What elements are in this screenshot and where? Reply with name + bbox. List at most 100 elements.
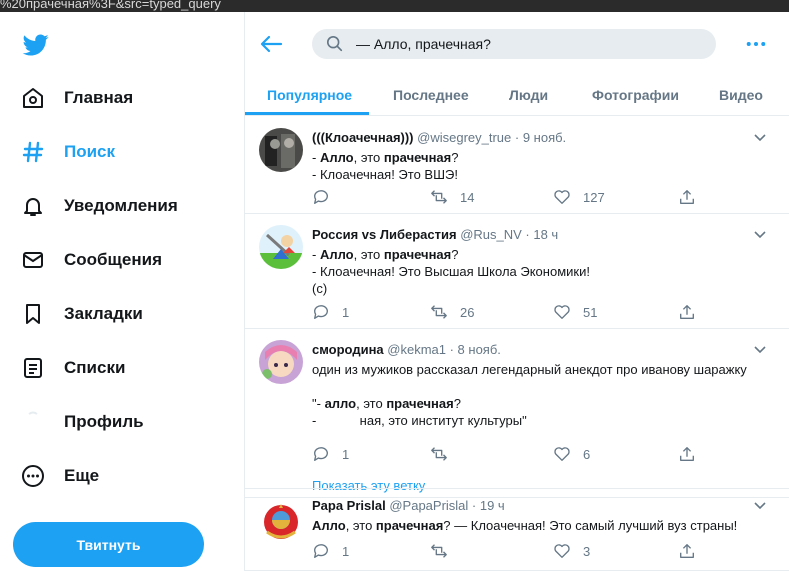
profile-icon [20, 409, 46, 435]
like-button[interactable]: 51 [553, 302, 597, 322]
reply-button[interactable] [312, 187, 342, 207]
tweet-actions: 1 26 51 [312, 302, 782, 322]
browser-url-bar[interactable]: %20прачечная%3F&src=typed_query [0, 0, 789, 12]
nav-bookmarks-label: Закладки [64, 304, 143, 323]
like-button[interactable]: 6 [553, 444, 590, 464]
search-value: — Алло, прачечная? [356, 36, 491, 52]
nav-more-label: Еще [64, 466, 100, 485]
heart-icon [554, 447, 570, 461]
avatar[interactable] [259, 340, 303, 384]
search-input[interactable]: — Алло, прачечная? [312, 29, 716, 59]
bookmark-icon [20, 301, 46, 327]
heart-icon [554, 544, 570, 558]
reply-icon [314, 544, 328, 558]
main-column: — Алло, прачечная? Популярное Последнее … [244, 12, 789, 571]
retweet-icon [431, 447, 447, 461]
chevron-down-icon[interactable] [753, 501, 767, 511]
tweet[interactable]: смородина @kekma1 · 8 нояб. один из мужи… [245, 329, 789, 498]
avatar[interactable] [259, 128, 303, 172]
nav-home-label: Главная [64, 88, 134, 107]
reply-button[interactable]: 1 [312, 444, 349, 464]
search-tabs: Популярное Последнее Люди Фотографии Вид… [245, 74, 789, 116]
tab-people[interactable]: Люди [509, 74, 548, 116]
active-tab-indicator [245, 112, 369, 115]
tweet-author-name[interactable]: смородина [312, 342, 384, 357]
retweet-button[interactable]: 14 [430, 187, 474, 207]
tweet-meta[interactable]: @PapaPrislal · 19 ч [389, 498, 504, 513]
tab-videos[interactable]: Видео [719, 74, 763, 116]
nav-home[interactable]: Главная [20, 78, 133, 118]
nav-profile-label: Профиль [64, 412, 144, 431]
search-icon [326, 35, 343, 52]
retweet-icon [431, 544, 447, 558]
share-icon [680, 305, 694, 319]
reply-button[interactable]: 1 [312, 541, 349, 561]
tweet[interactable]: (((Клоачечная))) @wisegrey_true · 9 нояб… [245, 117, 789, 214]
nav-search-label: Поиск [64, 142, 116, 161]
tweet-meta[interactable]: @Rus_NV · 18 ч [460, 227, 558, 242]
retweet-button[interactable]: 26 [430, 302, 474, 322]
nav-messages-label: Сообщения [64, 250, 162, 269]
chevron-down-icon[interactable] [753, 345, 767, 355]
share-button[interactable] [678, 187, 696, 207]
retweet-button[interactable] [430, 541, 460, 561]
nav-profile[interactable]: Профиль [20, 402, 144, 442]
tweet-text: - Алло, это прачечная? - Клоачечная! Это… [312, 150, 459, 182]
share-icon [680, 190, 694, 204]
tab-latest[interactable]: Последнее [393, 74, 469, 116]
chevron-down-icon[interactable] [753, 133, 767, 143]
twitter-bird-icon[interactable] [22, 32, 50, 58]
nav-bookmarks[interactable]: Закладки [20, 294, 143, 334]
tweet-actions: 1 6 [312, 444, 782, 464]
tweet-text: - Алло, это прачечная? - Клоачечная! Это… [312, 247, 590, 296]
like-button[interactable]: 3 [553, 541, 590, 561]
tweet-author-name[interactable]: Papa Prislal [312, 498, 386, 513]
avatar[interactable] [259, 225, 303, 269]
tweet[interactable]: Россия vs Либерастия @Rus_NV · 18 ч - Ал… [245, 214, 789, 329]
retweet-icon [431, 190, 447, 204]
tweet-meta[interactable]: @kekma1 · 8 нояб. [387, 342, 501, 357]
more-circle-icon [20, 463, 46, 489]
tweet-meta[interactable]: @wisegrey_true · 9 нояб. [417, 130, 566, 145]
url-text: %20прачечная%3F&src=typed_query [0, 0, 221, 11]
tweet-author-name[interactable]: (((Клоачечная))) [312, 130, 414, 145]
bell-icon [20, 193, 46, 219]
reply-icon [314, 305, 328, 319]
chevron-down-icon[interactable] [753, 230, 767, 240]
nav-notifications[interactable]: Уведомления [20, 186, 178, 226]
back-arrow-icon[interactable] [259, 34, 283, 54]
tab-photos[interactable]: Фотографии [592, 74, 679, 116]
retweet-icon [431, 305, 447, 319]
tab-popular[interactable]: Популярное [267, 74, 352, 116]
share-button[interactable] [678, 444, 696, 464]
hashtag-icon [20, 139, 46, 165]
more-options-icon[interactable] [745, 34, 767, 54]
share-button[interactable] [678, 541, 696, 561]
nav-lists-label: Списки [64, 358, 126, 377]
retweet-button[interactable] [430, 444, 460, 464]
tweet-actions: 14 127 [312, 187, 782, 207]
tweet-actions: 1 3 [312, 541, 782, 561]
share-button[interactable] [678, 302, 696, 322]
reply-button[interactable]: 1 [312, 302, 349, 322]
reply-icon [314, 190, 328, 204]
tweet-button[interactable]: Твитнуть [13, 522, 204, 567]
nav-search[interactable]: Поиск [20, 132, 115, 172]
nav-lists[interactable]: Списки [20, 348, 125, 388]
home-icon [20, 85, 46, 111]
sidebar: Главная Поиск Уведомления Сообщения Закл… [0, 12, 244, 571]
reply-icon [314, 447, 328, 461]
nav-messages[interactable]: Сообщения [20, 240, 162, 280]
list-icon [20, 355, 46, 381]
heart-icon [554, 190, 570, 204]
share-icon [680, 447, 694, 461]
tweet-author-name[interactable]: Россия vs Либерастия [312, 227, 457, 242]
nav-more[interactable]: Еще [20, 456, 99, 496]
share-icon [680, 544, 694, 558]
avatar[interactable] [259, 500, 303, 544]
tweet-text: Алло, это прачечная? — Клоачечная! Это с… [312, 518, 738, 533]
tweet[interactable]: Papa Prislal @PapaPrislal · 19 ч Алло, э… [245, 488, 789, 571]
like-button[interactable]: 127 [553, 187, 605, 207]
tweet-text: один из мужиков рассказал легендарный ан… [312, 362, 747, 428]
heart-icon [554, 305, 570, 319]
